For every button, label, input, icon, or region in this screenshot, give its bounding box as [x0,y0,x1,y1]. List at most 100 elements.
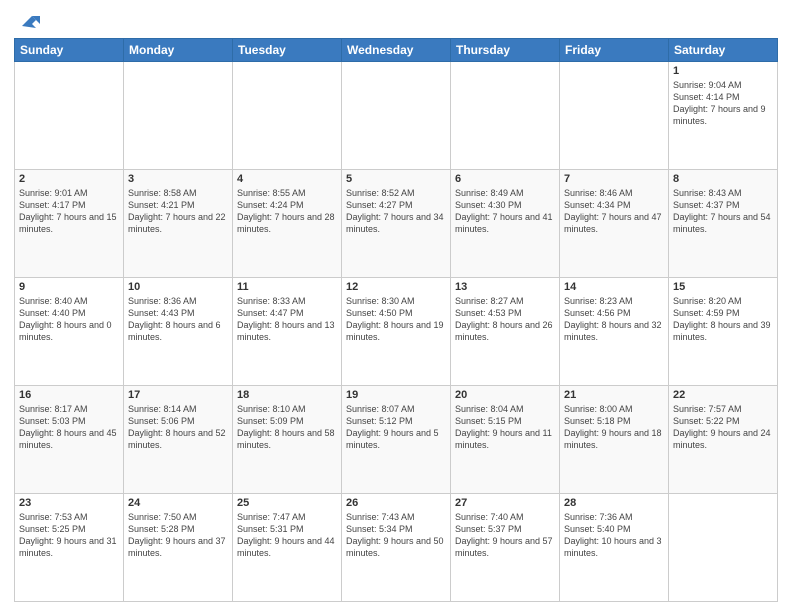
calendar-week-5: 23 Sunrise: 7:53 AM Sunset: 5:25 PM Dayli… [15,494,778,602]
calendar-week-1: 1 Sunrise: 9:04 AM Sunset: 4:14 PM Daylig… [15,62,778,170]
calendar-cell: 16 Sunrise: 8:17 AM Sunset: 5:03 PM Dayli… [15,386,124,494]
day-number: 9 [19,281,119,293]
day-info: Sunrise: 7:36 AM Sunset: 5:40 PM Dayligh… [564,511,664,560]
calendar-cell: 19 Sunrise: 8:07 AM Sunset: 5:12 PM Dayli… [342,386,451,494]
day-number: 25 [237,497,337,509]
page: Sunday Monday Tuesday Wednesday Thursday… [0,0,792,612]
day-number: 5 [346,173,446,185]
calendar-cell: 23 Sunrise: 7:53 AM Sunset: 5:25 PM Dayli… [15,494,124,602]
calendar-cell [233,62,342,170]
calendar-cell: 24 Sunrise: 7:50 AM Sunset: 5:28 PM Dayli… [124,494,233,602]
day-info: Sunrise: 8:33 AM Sunset: 4:47 PM Dayligh… [237,295,337,344]
col-tuesday: Tuesday [233,39,342,62]
day-number: 15 [673,281,773,293]
col-saturday: Saturday [669,39,778,62]
day-number: 2 [19,173,119,185]
day-info: Sunrise: 8:46 AM Sunset: 4:34 PM Dayligh… [564,187,664,236]
day-info: Sunrise: 9:01 AM Sunset: 4:17 PM Dayligh… [19,187,119,236]
col-thursday: Thursday [451,39,560,62]
day-info: Sunrise: 7:50 AM Sunset: 5:28 PM Dayligh… [128,511,228,560]
calendar-cell: 21 Sunrise: 8:00 AM Sunset: 5:18 PM Dayli… [560,386,669,494]
day-number: 16 [19,389,119,401]
day-number: 22 [673,389,773,401]
day-number: 28 [564,497,664,509]
calendar-cell: 10 Sunrise: 8:36 AM Sunset: 4:43 PM Dayli… [124,278,233,386]
calendar-cell: 11 Sunrise: 8:33 AM Sunset: 4:47 PM Dayli… [233,278,342,386]
day-info: Sunrise: 8:40 AM Sunset: 4:40 PM Dayligh… [19,295,119,344]
logo [14,10,40,32]
day-number: 23 [19,497,119,509]
header [14,10,778,32]
day-number: 11 [237,281,337,293]
day-number: 19 [346,389,446,401]
calendar-cell: 6Sunrise: 8:49 AM Sunset: 4:30 PM Daylig… [451,170,560,278]
day-number: 10 [128,281,228,293]
day-info: Sunrise: 8:58 AM Sunset: 4:21 PM Dayligh… [128,187,228,236]
day-number: 17 [128,389,228,401]
day-number: 27 [455,497,555,509]
day-info: Sunrise: 8:52 AM Sunset: 4:27 PM Dayligh… [346,187,446,236]
calendar-cell [669,494,778,602]
calendar-cell: 25 Sunrise: 7:47 AM Sunset: 5:31 PM Dayli… [233,494,342,602]
day-number: 18 [237,389,337,401]
day-info: Sunrise: 9:04 AM Sunset: 4:14 PM Dayligh… [673,79,773,128]
day-info: Sunrise: 8:23 AM Sunset: 4:56 PM Dayligh… [564,295,664,344]
day-info: Sunrise: 7:53 AM Sunset: 5:25 PM Dayligh… [19,511,119,560]
logo-icon [18,10,40,32]
day-info: Sunrise: 8:00 AM Sunset: 5:18 PM Dayligh… [564,403,664,452]
calendar-cell: 7 Sunrise: 8:46 AM Sunset: 4:34 PM Daylig… [560,170,669,278]
calendar-cell: 12Sunrise: 8:30 AM Sunset: 4:50 PM Dayli… [342,278,451,386]
calendar-cell: 17 Sunrise: 8:14 AM Sunset: 5:06 PM Dayli… [124,386,233,494]
day-info: Sunrise: 8:20 AM Sunset: 4:59 PM Dayligh… [673,295,773,344]
calendar-header-row: Sunday Monday Tuesday Wednesday Thursday… [15,39,778,62]
day-number: 14 [564,281,664,293]
day-number: 24 [128,497,228,509]
day-number: 20 [455,389,555,401]
day-info: Sunrise: 7:43 AM Sunset: 5:34 PM Dayligh… [346,511,446,560]
calendar-week-2: 2 Sunrise: 9:01 AM Sunset: 4:17 PM Daylig… [15,170,778,278]
calendar-cell [560,62,669,170]
calendar-cell: 4 Sunrise: 8:55 AM Sunset: 4:24 PM Daylig… [233,170,342,278]
day-info: Sunrise: 8:55 AM Sunset: 4:24 PM Dayligh… [237,187,337,236]
col-sunday: Sunday [15,39,124,62]
calendar-cell: 9 Sunrise: 8:40 AM Sunset: 4:40 PM Daylig… [15,278,124,386]
calendar-cell: 28 Sunrise: 7:36 AM Sunset: 5:40 PM Dayli… [560,494,669,602]
calendar-cell: 5 Sunrise: 8:52 AM Sunset: 4:27 PM Daylig… [342,170,451,278]
calendar-cell: 20 Sunrise: 8:04 AM Sunset: 5:15 PM Dayli… [451,386,560,494]
col-friday: Friday [560,39,669,62]
calendar-week-4: 16 Sunrise: 8:17 AM Sunset: 5:03 PM Dayli… [15,386,778,494]
day-info: Sunrise: 8:07 AM Sunset: 5:12 PM Dayligh… [346,403,446,452]
day-number: 3 [128,173,228,185]
col-wednesday: Wednesday [342,39,451,62]
day-info: Sunrise: 8:04 AM Sunset: 5:15 PM Dayligh… [455,403,555,452]
day-info: Sunrise: 8:17 AM Sunset: 5:03 PM Dayligh… [19,403,119,452]
calendar-cell: 18Sunrise: 8:10 AM Sunset: 5:09 PM Dayli… [233,386,342,494]
calendar-cell: 27 Sunrise: 7:40 AM Sunset: 5:37 PM Dayli… [451,494,560,602]
calendar-cell: 13 Sunrise: 8:27 AM Sunset: 4:53 PM Dayli… [451,278,560,386]
day-info: Sunrise: 7:47 AM Sunset: 5:31 PM Dayligh… [237,511,337,560]
day-number: 21 [564,389,664,401]
calendar-cell: 22Sunrise: 7:57 AM Sunset: 5:22 PM Dayli… [669,386,778,494]
calendar-cell [342,62,451,170]
day-number: 7 [564,173,664,185]
calendar-cell: 2 Sunrise: 9:01 AM Sunset: 4:17 PM Daylig… [15,170,124,278]
day-number: 1 [673,65,773,77]
day-info: Sunrise: 8:49 AM Sunset: 4:30 PM Dayligh… [455,187,555,236]
calendar-cell: 15 Sunrise: 8:20 AM Sunset: 4:59 PM Dayli… [669,278,778,386]
day-info: Sunrise: 7:40 AM Sunset: 5:37 PM Dayligh… [455,511,555,560]
day-number: 4 [237,173,337,185]
calendar-cell: 14 Sunrise: 8:23 AM Sunset: 4:56 PM Dayli… [560,278,669,386]
day-info: Sunrise: 8:36 AM Sunset: 4:43 PM Dayligh… [128,295,228,344]
day-info: Sunrise: 8:27 AM Sunset: 4:53 PM Dayligh… [455,295,555,344]
calendar-cell: 1 Sunrise: 9:04 AM Sunset: 4:14 PM Daylig… [669,62,778,170]
calendar-table: Sunday Monday Tuesday Wednesday Thursday… [14,38,778,602]
col-monday: Monday [124,39,233,62]
calendar-cell [15,62,124,170]
day-info: Sunrise: 8:30 AM Sunset: 4:50 PM Dayligh… [346,295,446,344]
day-info: Sunrise: 8:43 AM Sunset: 4:37 PM Dayligh… [673,187,773,236]
day-number: 26 [346,497,446,509]
calendar-cell: 3 Sunrise: 8:58 AM Sunset: 4:21 PM Daylig… [124,170,233,278]
calendar-week-3: 9 Sunrise: 8:40 AM Sunset: 4:40 PM Daylig… [15,278,778,386]
day-number: 13 [455,281,555,293]
day-info: Sunrise: 8:14 AM Sunset: 5:06 PM Dayligh… [128,403,228,452]
